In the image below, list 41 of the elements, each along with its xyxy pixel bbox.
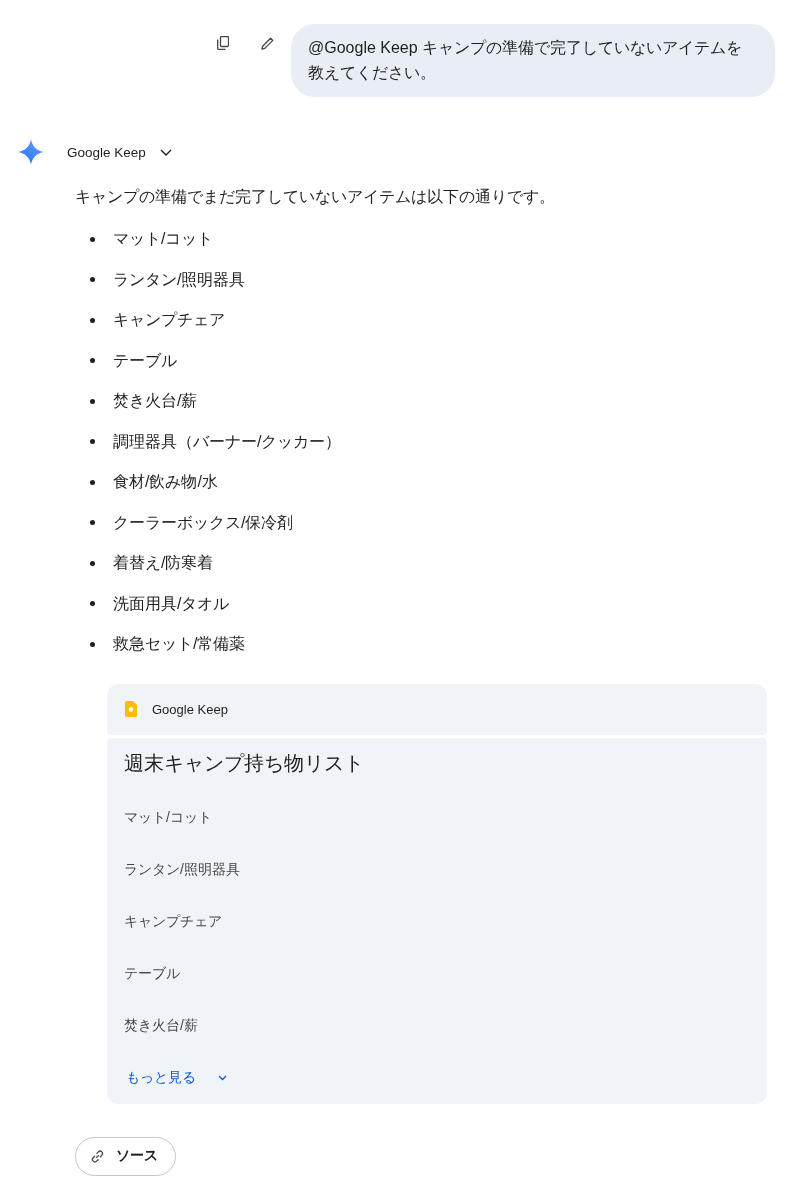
list-item-text: ランタン/照明器具 bbox=[113, 269, 246, 290]
note-item-text: キャンプチェア bbox=[124, 912, 222, 931]
list-item-text: 調理器具（バーナー/クッカー） bbox=[113, 431, 342, 452]
card-app-name: Google Keep bbox=[152, 701, 228, 717]
chevron-down-icon bbox=[218, 1074, 227, 1081]
sparkle-icon bbox=[18, 139, 44, 165]
note-icon bbox=[125, 701, 137, 717]
app-selector-dropdown[interactable]: Google Keep bbox=[63, 140, 176, 164]
note-item-text: マット/コット bbox=[124, 808, 212, 827]
list-item-text: 洗面用具/タオル bbox=[113, 593, 230, 614]
note-title: 週末キャンプ持ち物リスト bbox=[124, 750, 365, 776]
list-item-text: 焚き火台/薪 bbox=[113, 391, 198, 412]
pencil-icon bbox=[260, 36, 274, 50]
response-intro-text: キャンプの準備でまだ完了していないアイテムは以下の通りです。 bbox=[75, 187, 556, 207]
bullet-icon bbox=[90, 601, 95, 607]
list-item-text: キャンプチェア bbox=[113, 310, 225, 331]
bullet-icon bbox=[90, 277, 95, 283]
note-item-text: ランタン/照明器具 bbox=[124, 860, 240, 879]
bullet-icon bbox=[90, 358, 95, 364]
user-message-text: @Google Keep キャンプの準備で完了していないアイテムを教えてください。 bbox=[308, 38, 744, 83]
list-item-text: 救急セット/常備薬 bbox=[113, 634, 246, 655]
link-icon bbox=[91, 1149, 104, 1163]
sources-button[interactable]: ソース bbox=[75, 1136, 176, 1176]
bullet-icon bbox=[90, 236, 95, 242]
note-item-text: 焚き火台/薪 bbox=[124, 1016, 198, 1035]
bullet-icon bbox=[90, 520, 95, 526]
chevron-down-icon bbox=[159, 148, 172, 156]
bullet-icon bbox=[90, 479, 95, 485]
show-more-button[interactable]: もっと見る bbox=[124, 1062, 229, 1093]
list-item-text: クーラーボックス/保冷剤 bbox=[113, 512, 294, 533]
bullet-icon bbox=[90, 398, 95, 404]
bullet-icon bbox=[90, 439, 95, 445]
list-item-text: 食材/飲み物/水 bbox=[113, 472, 218, 493]
list-item-text: マット/コット bbox=[113, 229, 214, 250]
bullet-icon bbox=[90, 317, 95, 323]
bullet-icon bbox=[90, 641, 95, 647]
list-item-text: テーブル bbox=[113, 350, 177, 371]
copy-icon bbox=[217, 36, 229, 50]
list-item-text: 着替え/防寒着 bbox=[113, 553, 214, 574]
note-item-text: テーブル bbox=[124, 964, 180, 983]
bullet-icon bbox=[90, 560, 95, 566]
